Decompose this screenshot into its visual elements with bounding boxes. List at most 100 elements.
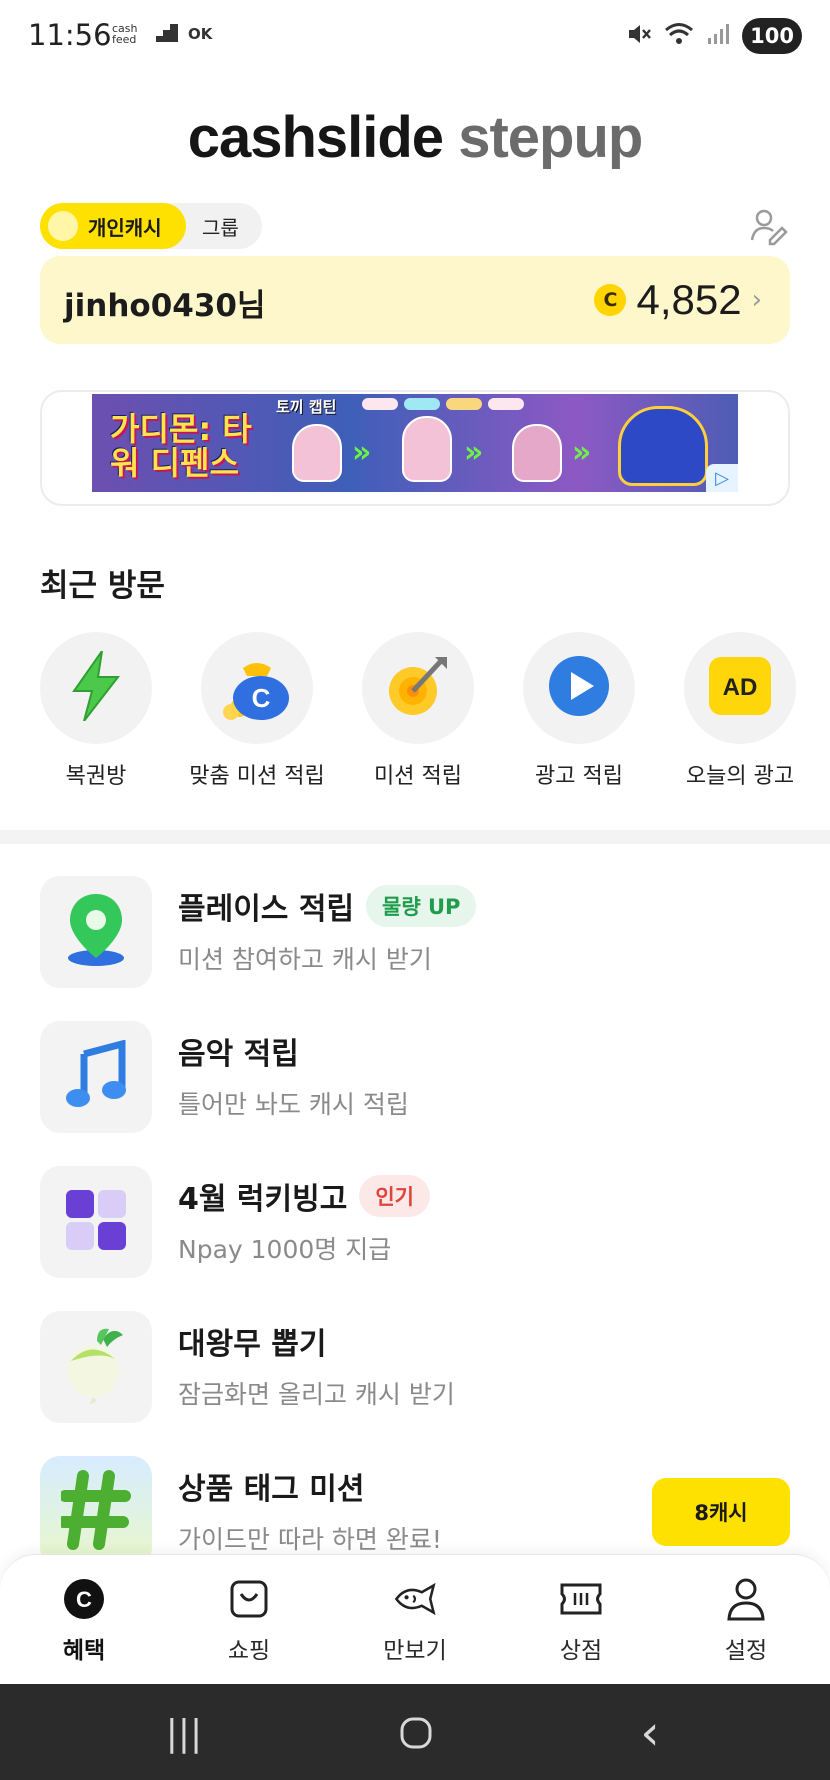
- system-navigation-bar: ||| ‹: [0, 1684, 830, 1780]
- recent-item-mission[interactable]: 미션 적립: [338, 632, 498, 790]
- recent-item-circle: [362, 632, 474, 744]
- menu-icon-box: [40, 876, 152, 988]
- menu-item-radish[interactable]: 대왕무 뽑기 잠금화면 올리고 캐시 받기: [40, 1311, 790, 1423]
- menu-item-place[interactable]: 플레이스 적립 물량 UP 미션 참여하고 캐시 받기: [40, 876, 790, 988]
- menu-title: 음악 적립: [178, 1037, 299, 1072]
- chevron-right-icon: ›: [751, 285, 762, 315]
- ad-rabbit-character: [512, 424, 562, 482]
- fish-icon: [393, 1577, 437, 1621]
- coin-c-icon: C: [62, 1577, 106, 1621]
- nav-label: 혜택: [62, 1638, 106, 1664]
- toggle-group-label: 그룹: [202, 215, 239, 240]
- back-icon[interactable]: ‹: [620, 1705, 680, 1761]
- mute-icon: [626, 21, 652, 51]
- ad-banner-image[interactable]: 가디몬: 타워 디펜스 토끼 캡틴 » » » ▷: [92, 394, 738, 492]
- wifi-icon: [664, 21, 694, 51]
- signal-icon: [706, 22, 730, 50]
- menu-icon-box: [40, 1166, 152, 1278]
- recent-visits-list: 복권방 C 맞춤 미션 적립 미션 적립 광고 적립 AD 오늘의 광고: [40, 632, 800, 789]
- profile-edit-icon[interactable]: [748, 206, 788, 246]
- status-bar: 11:56 cash feed OK 100: [0, 0, 830, 74]
- menu-title-row: 플레이스 적립 물량 UP: [178, 884, 477, 928]
- menu-title: 플레이스 적립: [178, 892, 355, 927]
- toggle-personal[interactable]: 개인캐시: [40, 203, 186, 249]
- svg-text:C: C: [252, 683, 271, 713]
- menu-title-row: 상품 태그 미션: [178, 1464, 365, 1508]
- nav-store[interactable]: 상점: [521, 1577, 641, 1665]
- recent-item-circle: [523, 632, 635, 744]
- user-icon: [724, 1577, 768, 1621]
- nav-settings[interactable]: 설정: [686, 1577, 806, 1665]
- recent-item-label: 광고 적립: [535, 764, 623, 789]
- toggle-personal-label: 개인캐시: [88, 215, 162, 240]
- reward-button[interactable]: 8캐시: [652, 1478, 790, 1546]
- battery-pill-icon: 100: [742, 18, 802, 54]
- recent-item-label: 맞춤 미션 적립: [189, 764, 325, 789]
- coin-icon: C: [594, 284, 627, 316]
- recent-item-label: 오늘의 광고: [685, 764, 795, 789]
- notification-icons: cash feed OK: [112, 22, 212, 46]
- radish-icon: [61, 1325, 131, 1409]
- menu-description: 가이드만 따라 하면 완료!: [178, 1525, 442, 1554]
- menu-title: 대왕무 뽑기: [178, 1327, 327, 1362]
- grid-icon: [64, 1188, 128, 1256]
- toggle-group[interactable]: 그룹: [202, 203, 239, 249]
- ad-arrow-icon: »: [464, 435, 484, 470]
- system-status-icons: 100: [626, 18, 802, 54]
- recent-item-todays-ad[interactable]: AD 오늘의 광고: [660, 632, 820, 790]
- menu-title-row: 음악 적립: [178, 1029, 299, 1073]
- ad-arrow-icon: »: [572, 435, 592, 470]
- recent-item-label: 복권방: [65, 764, 127, 789]
- app-title: cashslide stepup: [0, 104, 830, 171]
- target-icon: [383, 651, 453, 725]
- menu-icon-box: [40, 1311, 152, 1423]
- account-type-toggle[interactable]: 개인캐시 그룹: [40, 203, 262, 249]
- ad-arrow-icon: »: [352, 435, 372, 470]
- menu-title: 4월 럭키빙고: [178, 1182, 348, 1217]
- recent-visits-title: 최근 방문: [40, 568, 165, 604]
- nav-benefits[interactable]: C 혜택: [24, 1577, 144, 1665]
- menu-item-lucky-bingo[interactable]: 4월 럭키빙고 인기 Npay 1000명 지급: [40, 1166, 790, 1278]
- bottom-nav: C 혜택 쇼핑 만보기 상점 설정: [0, 1554, 830, 1684]
- ticket-icon: [559, 1577, 603, 1621]
- ok-icon: OK: [188, 25, 213, 43]
- ad-rabbit-character: [292, 424, 342, 482]
- hashtag-icon: [57, 1470, 131, 1554]
- ad-rabbit-character: [402, 416, 452, 482]
- nav-label: 상점: [559, 1638, 603, 1664]
- recent-item-circle: [40, 632, 152, 744]
- ad-subtitle: 토끼 캡틴: [276, 398, 337, 416]
- nav-pedometer[interactable]: 만보기: [355, 1577, 475, 1665]
- toggle-knob: [48, 211, 78, 241]
- menu-item-product-tag[interactable]: 상품 태그 미션 가이드만 따라 하면 완료! 8캐시: [40, 1456, 790, 1568]
- ad-icon: AD: [707, 655, 773, 721]
- svg-text:C: C: [76, 1587, 92, 1612]
- recent-item-label: 미션 적립: [374, 764, 462, 789]
- section-divider: [0, 830, 830, 844]
- recent-apps-icon[interactable]: |||: [154, 1708, 214, 1758]
- lightning-icon: [68, 650, 124, 725]
- account-card[interactable]: jinho0430님 C 4,852 ›: [40, 256, 790, 344]
- menu-description: 틀어만 놔도 캐시 적립: [178, 1090, 409, 1119]
- menu-icon-box: [40, 1456, 152, 1568]
- recent-item-ad-reward[interactable]: 광고 적립: [499, 632, 659, 790]
- music-note-icon: [64, 1039, 128, 1114]
- balance[interactable]: C 4,852 ›: [594, 272, 762, 328]
- menu-description: Npay 1000명 지급: [178, 1235, 392, 1264]
- ad-card[interactable]: 가디몬: 타워 디펜스 토끼 캡틴 » » » ▷: [40, 390, 790, 506]
- recent-item-custom-mission[interactable]: C 맞춤 미션 적립: [177, 632, 337, 790]
- status-time: 11:56: [28, 18, 112, 52]
- ad-tags: [362, 398, 524, 410]
- nav-label: 만보기: [383, 1638, 447, 1664]
- menu-title-row: 4월 럭키빙고 인기: [178, 1174, 430, 1218]
- ad-boss-character: [618, 406, 708, 486]
- menu-item-music[interactable]: 음악 적립 틀어만 놔도 캐시 적립: [40, 1021, 790, 1133]
- menu-title: 상품 태그 미션: [178, 1472, 365, 1507]
- ad-title: 가디몬: 타워 디펜스: [110, 410, 252, 482]
- home-icon[interactable]: [386, 1708, 446, 1758]
- nav-label: 쇼핑: [227, 1638, 271, 1664]
- balance-value: 4,852: [636, 276, 742, 323]
- recent-item-lottery[interactable]: 복권방: [16, 632, 176, 790]
- nav-shopping[interactable]: 쇼핑: [189, 1577, 309, 1665]
- ad-choices-icon[interactable]: ▷: [706, 464, 738, 492]
